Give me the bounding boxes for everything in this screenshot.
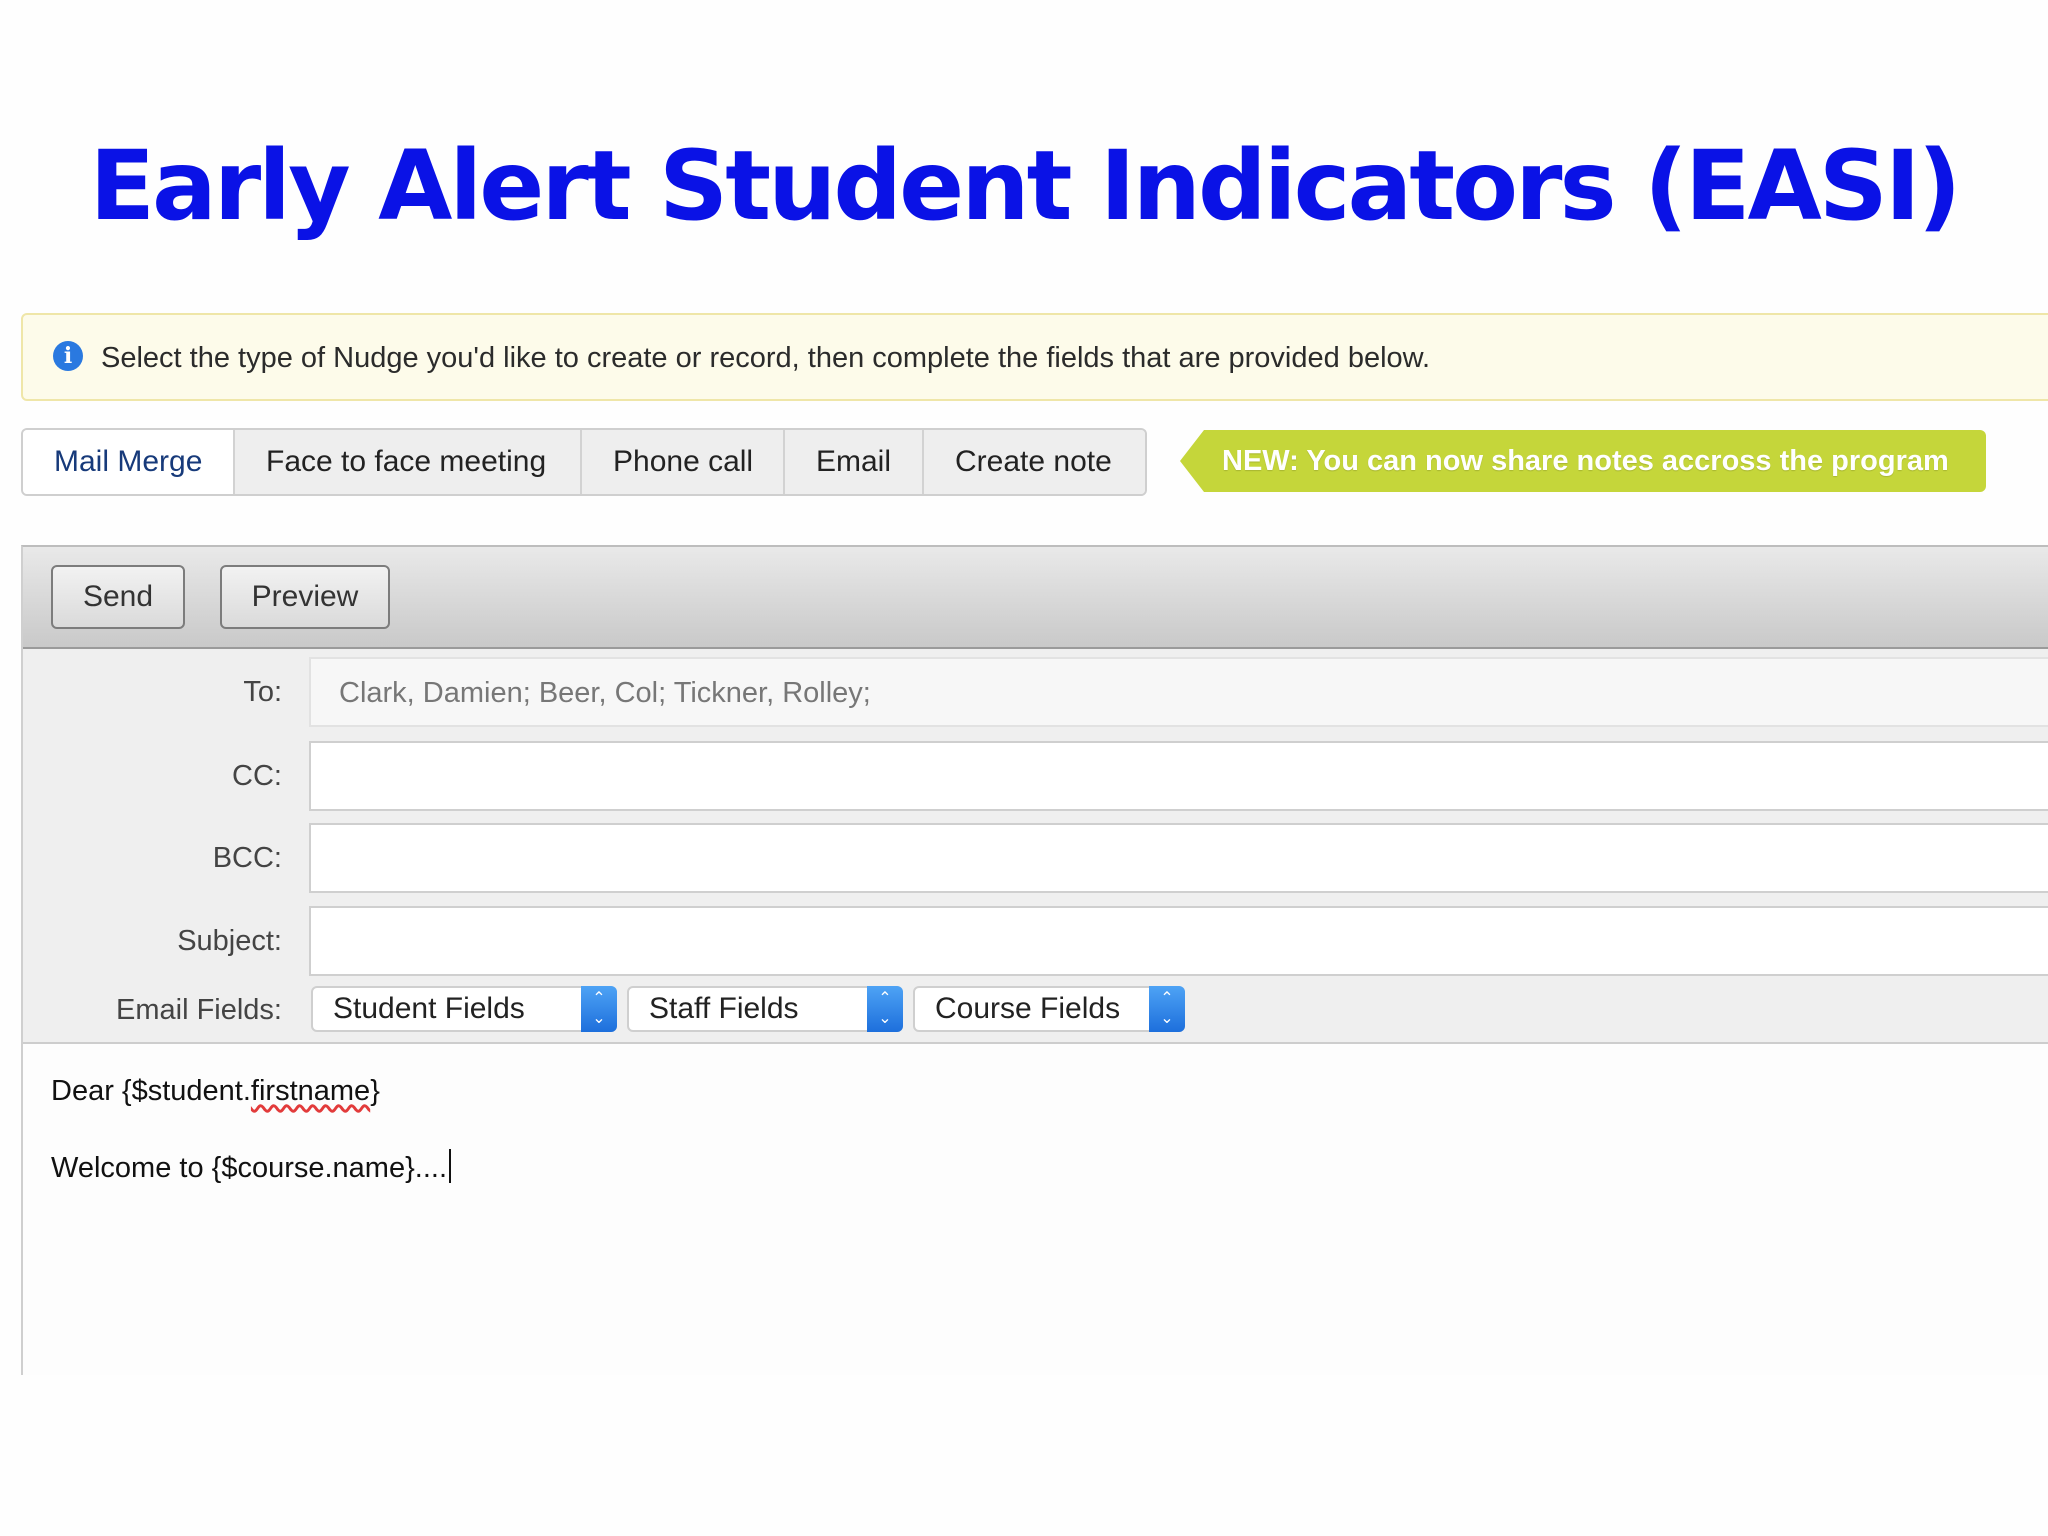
tab-phone-call[interactable]: Phone call (580, 430, 783, 494)
to-recipients: Clark, Damien; Beer, Col; Tickner, Rolle… (339, 677, 871, 709)
select-spinner-icon: ⌃ ⌄ (1149, 986, 1185, 1032)
subject-field[interactable] (309, 906, 2048, 976)
bcc-label: BCC: (212, 842, 282, 874)
cc-label: CC: (232, 760, 282, 792)
info-banner-text: Select the type of Nudge you'd like to c… (101, 342, 1431, 374)
student-fields-select[interactable]: Student Fields ⌃ ⌄ (311, 986, 617, 1032)
select-spinner-icon: ⌃ ⌄ (867, 986, 903, 1032)
course-fields-select-value: Course Fields (935, 992, 1121, 1025)
email-composer: Send Preview To: Clark, Damien; Beer, Co… (21, 545, 2048, 1375)
tab-face-to-face-meeting[interactable]: Face to face meeting (233, 430, 580, 494)
spellcheck-word: firstname (250, 1075, 371, 1107)
send-button[interactable]: Send (51, 565, 185, 629)
to-field[interactable]: Clark, Damien; Beer, Col; Tickner, Rolle… (309, 657, 2048, 727)
select-spinner-icon: ⌃ ⌄ (581, 986, 617, 1032)
greeting-prefix: Dear {$student. (51, 1075, 251, 1107)
info-banner: i Select the type of Nudge you'd like to… (21, 313, 2048, 401)
staff-fields-select-value: Staff Fields (649, 992, 799, 1025)
bcc-field[interactable] (309, 823, 2048, 893)
new-feature-banner: NEW: You can now share notes accross the… (1180, 430, 1986, 492)
banner-arrow (1180, 430, 1204, 492)
course-fields-select[interactable]: Course Fields ⌃ ⌄ (913, 986, 1185, 1032)
nudge-type-tabs: Mail Merge Face to face meeting Phone ca… (21, 428, 1147, 496)
tab-mail-merge[interactable]: Mail Merge (23, 430, 233, 494)
tab-create-note[interactable]: Create note (922, 430, 1145, 494)
cc-field[interactable] (309, 741, 2048, 811)
subject-label: Subject: (177, 925, 282, 957)
body-line-greeting: Dear {$student.firstname} (51, 1072, 451, 1110)
student-fields-select-value: Student Fields (333, 992, 525, 1025)
email-fields-label: Email Fields: (116, 994, 282, 1026)
welcome-text: Welcome to {$course.name}.... (51, 1152, 448, 1184)
header-fields: To: Clark, Damien; Beer, Col; Tickner, R… (23, 649, 2048, 1044)
to-label: To: (243, 676, 282, 708)
new-feature-banner-text: NEW: You can now share notes accross the… (1204, 430, 1986, 492)
slide-title: Early Alert Student Indicators (EASI) (89, 130, 1961, 242)
greeting-suffix: } (370, 1075, 380, 1107)
staff-fields-select[interactable]: Staff Fields ⌃ ⌄ (627, 986, 903, 1032)
info-icon: i (53, 341, 83, 371)
text-cursor (449, 1149, 452, 1183)
body-line-welcome: Welcome to {$course.name}.... (51, 1149, 452, 1187)
preview-button[interactable]: Preview (220, 565, 390, 629)
composer-toolbar: Send Preview (23, 547, 2048, 649)
message-body-editor[interactable]: Dear {$student.firstname} Welcome to {$c… (51, 1072, 452, 1187)
tab-email[interactable]: Email (783, 430, 922, 494)
